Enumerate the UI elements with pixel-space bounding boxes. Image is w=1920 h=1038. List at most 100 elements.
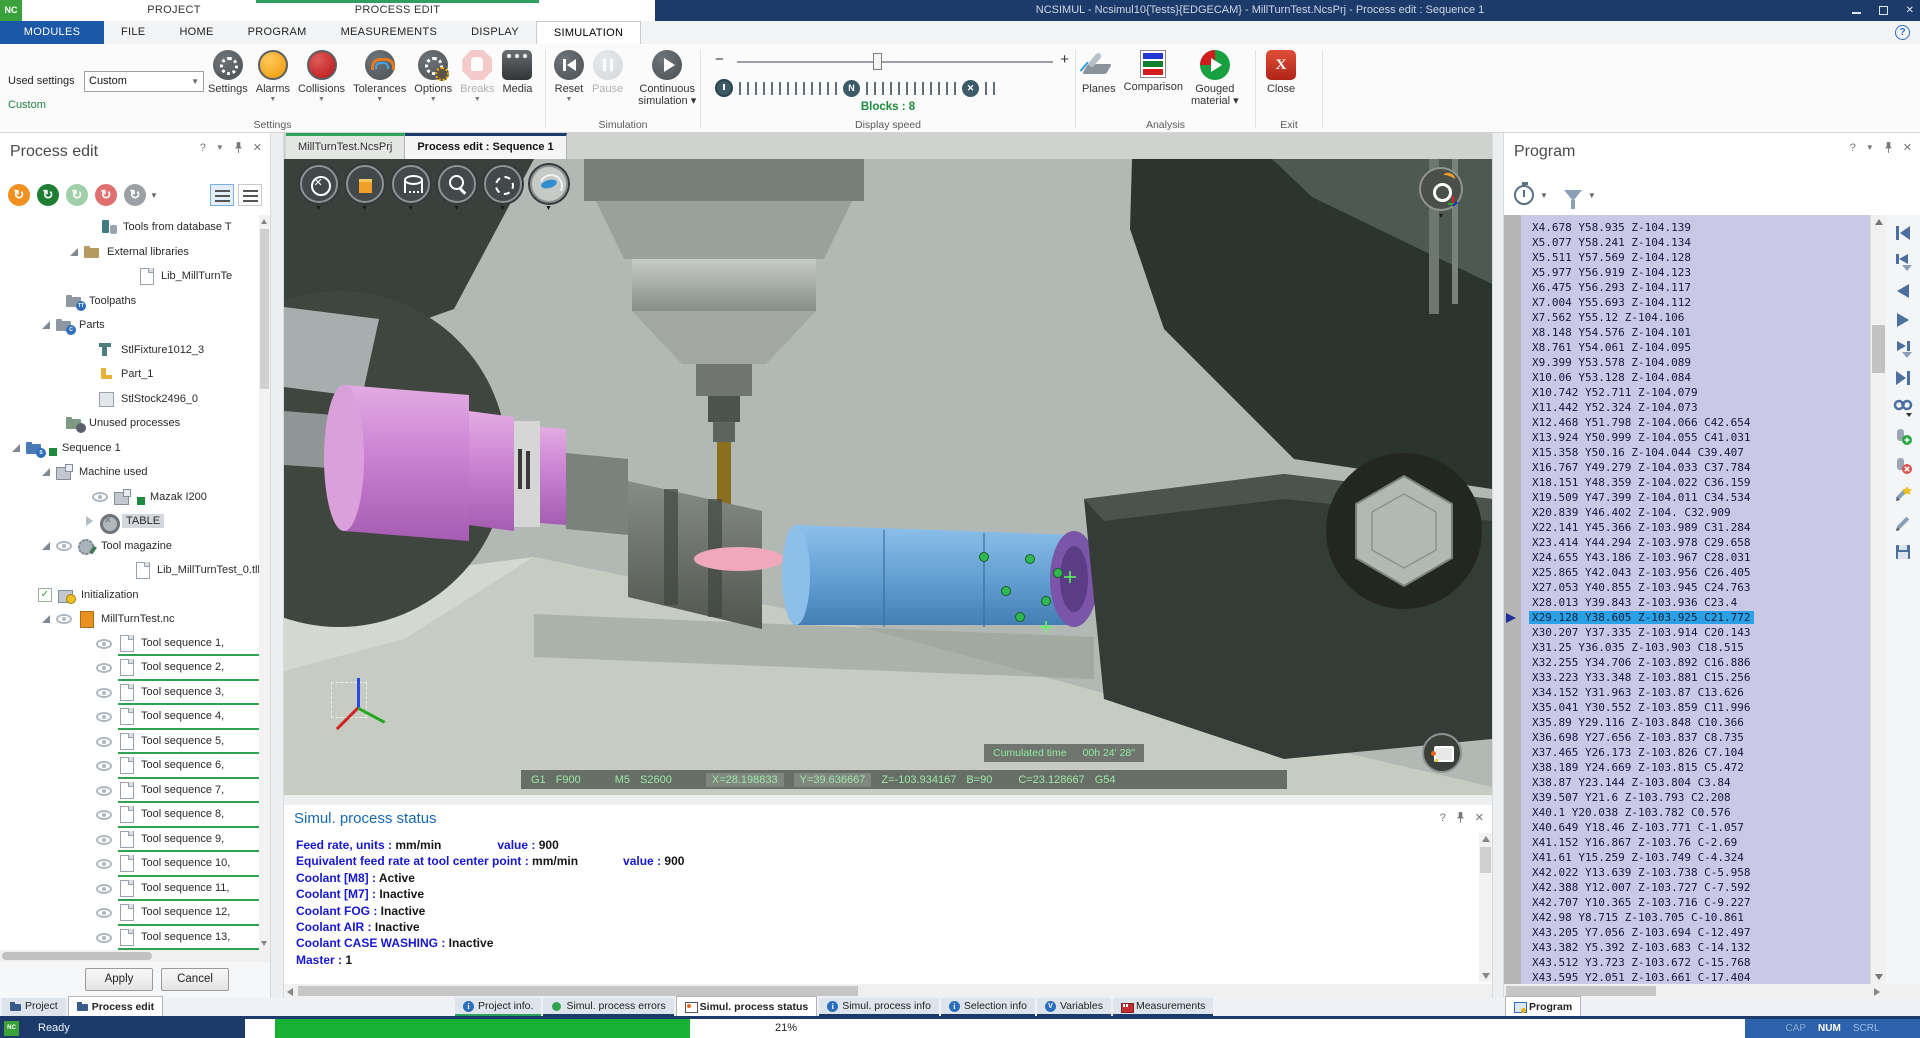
scrollbar-thumb[interactable] (298, 986, 858, 996)
program-line[interactable]: X11.442 Y52.324 Z-104.073 (1529, 400, 1870, 415)
program-line[interactable]: X12.468 Y51.798 Z-104.066 C42.654 (1529, 415, 1870, 430)
program-line[interactable]: X28.013 Y39.843 Z-103.936 C23.4 (1529, 595, 1870, 610)
bottom-tab-project-info-[interactable]: Project info. (455, 998, 541, 1016)
scroll-down-icon[interactable] (1482, 973, 1490, 979)
visibility-eye-icon[interactable] (96, 663, 112, 673)
visibility-eye-icon[interactable] (96, 933, 112, 943)
tree-row[interactable]: Tools from database T (0, 215, 270, 240)
visibility-eye-icon[interactable] (96, 688, 112, 698)
program-line[interactable]: X10.742 Y52.711 Z-104.079 (1529, 385, 1870, 400)
program-line[interactable]: X41.61 Y15.259 Z-103.749 C-4.324 (1529, 850, 1870, 865)
edit-button[interactable] (1893, 513, 1913, 533)
tree-row[interactable]: Tool sequence 11, (0, 877, 270, 902)
tree-row[interactable]: MillTurnTest.nc (0, 607, 270, 632)
program-line[interactable]: X37.465 Y26.173 Z-103.826 C7.104 (1529, 745, 1870, 760)
skip-to-end-button[interactable] (1893, 368, 1913, 388)
tree-row[interactable]: Unused processes (0, 411, 270, 436)
category-project[interactable]: PROJECT (104, 0, 244, 21)
filter-icon[interactable] (1564, 190, 1582, 201)
apply-button[interactable]: Apply (85, 968, 153, 991)
bottom-tab-simul-process-errors[interactable]: Simul. process errors (543, 998, 673, 1016)
tree-row[interactable]: Lib_MillTurnTest_0.tlb (0, 558, 270, 583)
chevron-down-icon[interactable]: ▼ (1588, 191, 1596, 200)
rotate-view-button[interactable]: ▼ (528, 165, 569, 212)
scroll-down-icon[interactable] (261, 941, 267, 946)
tree-row[interactable]: Lib_MillTurnTe (0, 264, 270, 289)
tree-row[interactable]: Part_1 (0, 362, 270, 387)
next-block-button[interactable] (1893, 310, 1913, 330)
pin-icon[interactable] (1884, 141, 1893, 154)
tab-modules[interactable]: MODULES (0, 21, 104, 44)
x-mode-icon[interactable]: ✕ (962, 80, 979, 97)
tree-row[interactable]: StlStock2496_0 (0, 387, 270, 412)
cylinder-display-button[interactable]: ▼ (390, 165, 431, 212)
tree-row[interactable]: CParts (0, 313, 270, 338)
program-line[interactable]: X13.924 Y50.999 Z-104.055 C41.031 (1529, 430, 1870, 445)
tree-row[interactable]: Tool sequence 8, (0, 803, 270, 828)
program-line[interactable]: X31.25 Y36.035 Z-103.903 C18.515 (1529, 640, 1870, 655)
save-button[interactable] (1893, 542, 1913, 562)
program-line[interactable]: X33.223 Y33.348 Z-103.881 C15.256 (1529, 670, 1870, 685)
program-line[interactable]: X35.041 Y30.552 Z-103.859 C11.996 (1529, 700, 1870, 715)
visibility-eye-icon[interactable] (96, 786, 112, 796)
tree-row[interactable]: TTToolpaths (0, 289, 270, 314)
tree-row[interactable]: Tool sequence 10, (0, 852, 270, 877)
scroll-up-icon[interactable] (261, 219, 267, 224)
scroll-up-icon[interactable] (1482, 836, 1490, 842)
scroll-left-icon[interactable] (287, 988, 293, 996)
reset-button[interactable]: Reset▼ (550, 46, 588, 103)
program-line[interactable]: X9.399 Y53.578 Z-104.089 (1529, 355, 1870, 370)
program-line[interactable]: X42.022 Y13.639 Z-103.738 C-5.958 (1529, 865, 1870, 880)
panel-splitter[interactable] (270, 133, 284, 998)
checkbox[interactable]: ✓ (38, 588, 52, 602)
program-line[interactable]: X38.189 Y24.669 Z-103.815 C5.472 (1529, 760, 1870, 775)
options-button[interactable]: Options▼ (410, 46, 456, 103)
viewport-tab-process-edit[interactable]: Process edit : Sequence 1 (405, 133, 566, 159)
selection-button[interactable]: ▼ (482, 165, 523, 212)
viewport-tab-project[interactable]: MillTurnTest.NcsPrj (286, 133, 405, 159)
tree-row[interactable]: Tool sequence 9, (0, 828, 270, 853)
tree-row[interactable]: Tool sequence 13, (0, 926, 270, 951)
program-line[interactable]: X40.1 Y20.038 Z-103.782 C0.576 (1529, 805, 1870, 820)
scrollbar-thumb[interactable] (1506, 986, 1656, 996)
tab-measurements[interactable]: MEASUREMENTS (324, 21, 455, 44)
used-settings-combo[interactable]: Custom▼ (84, 71, 204, 92)
tree-row[interactable]: Tool sequence 2, (0, 656, 270, 681)
visibility-eye-icon[interactable] (56, 614, 72, 624)
scroll-up-icon[interactable] (1875, 219, 1883, 225)
tree-row[interactable]: Tool sequence 4, (0, 705, 270, 730)
program-line[interactable]: X7.004 Y55.693 Z-104.112 (1529, 295, 1870, 310)
tree-row[interactable]: TABLE (0, 509, 270, 534)
refresh-green-icon[interactable]: ↻ (37, 184, 59, 206)
visibility-eye-icon[interactable] (96, 908, 112, 918)
tree-horizontal-scrollbar[interactable] (0, 950, 270, 962)
scroll-right-icon[interactable] (1874, 988, 1880, 996)
visibility-eye-icon[interactable] (96, 859, 112, 869)
scrollbar-thumb[interactable] (260, 229, 269, 389)
panel-splitter[interactable] (1492, 133, 1504, 998)
tab-simulation[interactable]: SIMULATION (536, 21, 641, 44)
scrollbar-thumb[interactable] (1872, 325, 1885, 373)
program-line[interactable]: X18.151 Y48.359 Z-104.022 C36.159 (1529, 475, 1870, 490)
program-line[interactable]: X42.388 Y12.007 Z-103.727 C-7.592 (1529, 880, 1870, 895)
stock-display-button[interactable]: ▼ (344, 165, 385, 212)
zoom-button[interactable]: ▼ (436, 165, 477, 212)
collisions-button[interactable]: Collisions▼ (294, 46, 349, 103)
program-line[interactable]: X39.507 Y21.6 Z-103.793 C2.208 (1529, 790, 1870, 805)
program-line[interactable]: X5.077 Y58.241 Z-104.134 (1529, 235, 1870, 250)
category-process-edit[interactable]: PROCESS EDIT (256, 0, 539, 21)
tab-file[interactable]: FILE (104, 21, 162, 44)
bottom-tab-measurements[interactable]: Measurements (1113, 998, 1213, 1016)
horizontal-splitter[interactable] (284, 795, 1492, 805)
program-line[interactable]: X19.509 Y47.399 Z-104.011 C34.534 (1529, 490, 1870, 505)
program-line[interactable]: X8.148 Y54.576 Z-104.101 (1529, 325, 1870, 340)
new-edit-button[interactable] (1893, 484, 1913, 504)
tab-home[interactable]: HOME (162, 21, 230, 44)
program-line[interactable]: X43.512 Y3.723 Z-103.672 C-15.768 (1529, 955, 1870, 970)
bottom-tab-variables[interactable]: Variables (1037, 998, 1111, 1016)
tree-row[interactable]: Tool sequence 1, (0, 632, 270, 657)
program-line[interactable]: X4.678 Y58.935 Z-104.139 (1529, 220, 1870, 235)
program-vertical-scrollbar[interactable] (1870, 215, 1886, 984)
visibility-eye-icon[interactable] (92, 492, 108, 502)
program-line[interactable]: X40.649 Y18.46 Z-103.771 C-1.057 (1529, 820, 1870, 835)
